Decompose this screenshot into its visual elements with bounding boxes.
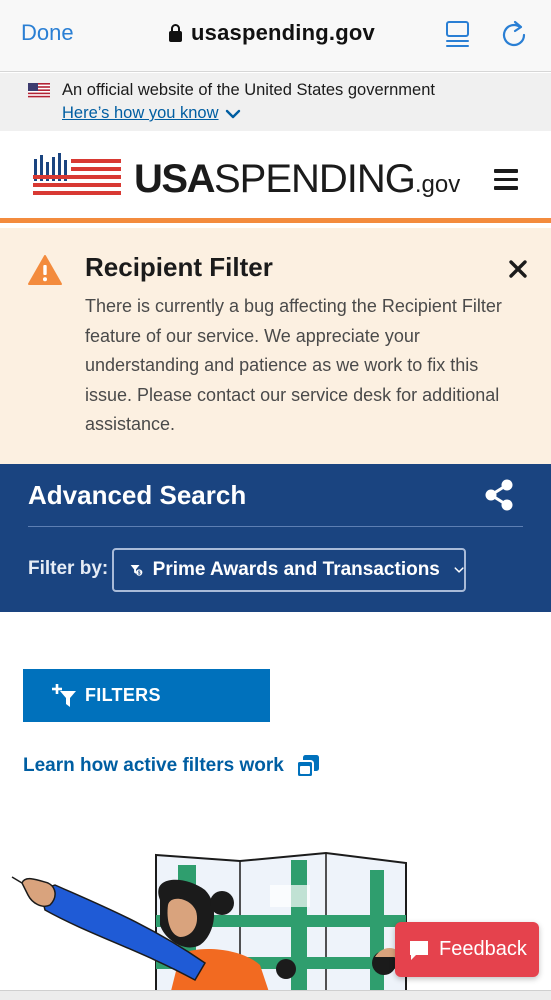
share-icon[interactable] bbox=[482, 478, 516, 512]
svg-text:$: $ bbox=[138, 570, 141, 576]
reload-icon[interactable] bbox=[500, 20, 528, 48]
recipient-filter-alert: Recipient Filter There is currently a bu… bbox=[0, 228, 551, 464]
alert-title: Recipient Filter bbox=[85, 252, 273, 282]
gov-banner-text: An official website of the United States… bbox=[62, 81, 435, 99]
award-type-dropdown[interactable]: $ Prime Awards and Transactions bbox=[112, 548, 466, 592]
official-gov-banner: An official website of the United States… bbox=[0, 73, 551, 131]
add-filter-icon bbox=[52, 683, 76, 707]
menu-icon[interactable] bbox=[494, 169, 518, 190]
feedback-label: Feedback bbox=[439, 938, 527, 960]
browser-bottom-edge bbox=[0, 990, 551, 1000]
funnel-dollar-icon: $ bbox=[130, 564, 143, 576]
chevron-down-icon bbox=[454, 567, 464, 573]
filters-button[interactable]: FILTERS bbox=[23, 669, 270, 722]
usaspending-logo-icon[interactable] bbox=[33, 153, 121, 199]
feedback-button[interactable]: Feedback bbox=[395, 922, 539, 977]
site-logo-text[interactable]: USASPENDING.gov bbox=[134, 157, 460, 202]
close-icon[interactable] bbox=[508, 259, 528, 279]
warning-icon bbox=[28, 255, 62, 285]
filters-button-label: FILTERS bbox=[85, 685, 161, 705]
logo-suffix: .gov bbox=[414, 171, 461, 198]
chat-icon bbox=[410, 940, 428, 960]
lock-icon bbox=[169, 24, 182, 42]
browser-toolbar: Done usaspending.gov bbox=[0, 0, 551, 72]
tabs-icon[interactable] bbox=[445, 20, 471, 48]
advanced-search-header: Advanced Search Filter by: $ Prime Award… bbox=[0, 464, 551, 612]
learn-active-filters-link[interactable]: Learn how active filters work bbox=[23, 754, 320, 778]
site-header: USASPENDING.gov bbox=[0, 131, 551, 223]
window-restore-icon bbox=[295, 755, 319, 778]
done-button[interactable]: Done bbox=[21, 20, 74, 46]
how-you-know-label: Here’s how you know bbox=[62, 104, 219, 122]
us-flag-icon bbox=[28, 83, 50, 98]
divider bbox=[28, 526, 523, 527]
page-title: Advanced Search bbox=[28, 480, 247, 510]
url-text: usaspending.gov bbox=[191, 20, 375, 45]
how-you-know-link[interactable]: Here’s how you know bbox=[62, 104, 241, 123]
address-bar[interactable]: usaspending.gov bbox=[168, 20, 375, 46]
logo-bold: USA bbox=[134, 157, 215, 201]
learn-link-label: Learn how active filters work bbox=[23, 755, 284, 776]
logo-rest: SPENDING bbox=[213, 157, 416, 201]
selected-award-type: Prime Awards and Transactions bbox=[152, 559, 440, 580]
filter-by-label: Filter by: bbox=[28, 558, 109, 579]
chevron-down-icon bbox=[225, 109, 240, 118]
alert-body: There is currently a bug affecting the R… bbox=[85, 296, 502, 434]
